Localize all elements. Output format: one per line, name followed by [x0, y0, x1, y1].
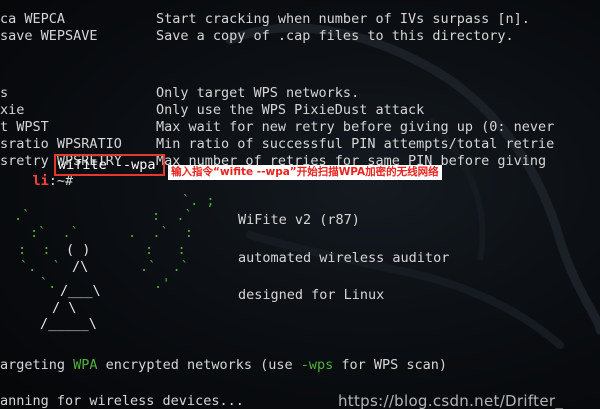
- kali-dragon-watermark-icon: [225, 23, 600, 349]
- ascii-art-antenna: ( ): [66, 242, 91, 258]
- scanning-status: anning for wireless devices...: [0, 393, 244, 409]
- banner-title: WiFite v2 (r87): [238, 212, 360, 228]
- banner-tagline: automated wireless auditor: [238, 250, 450, 266]
- banner-platform: designed for Linux: [238, 287, 385, 303]
- targeting-status: argeting WPA encrypted networks (use -wp…: [0, 357, 448, 373]
- ascii-art-wave: . .` :: [128, 225, 194, 241]
- help-row: save WEPSAVE Save a copy of .cap files to…: [0, 28, 514, 44]
- ascii-art-wave: : :: [145, 242, 186, 258]
- terminal-window[interactable]: ca WEPCA Start cracking when number of IV…: [0, 0, 600, 409]
- ascii-art-antenna: /___\: [60, 283, 101, 299]
- command-input[interactable]: wifite --wpa: [58, 157, 156, 173]
- ascii-art-wave: .`: [14, 208, 31, 224]
- ascii-art-antenna: / \: [52, 300, 77, 316]
- ascii-art-wave: .` .`: [140, 259, 189, 275]
- ascii-art-wave: : .`: [152, 208, 193, 224]
- annotation-label: 输入指令“wifite --wpa”开始扫描WPA加密的无线网络: [168, 165, 442, 180]
- ascii-art-antenna: /_____\: [40, 316, 97, 332]
- ascii-art-wave: .': [154, 276, 171, 292]
- ascii-art-antenna: /\: [72, 259, 89, 275]
- watermark-url: https://blog.csdn.net/Drifter_: [338, 392, 564, 409]
- ascii-art-wave: `.: [40, 276, 57, 292]
- ascii-art-wave: `. `: [20, 259, 61, 275]
- prompt-user: li: [32, 173, 49, 189]
- ascii-art-wave: : :: [18, 242, 51, 258]
- ascii-art-wave: :` .`: [30, 225, 79, 241]
